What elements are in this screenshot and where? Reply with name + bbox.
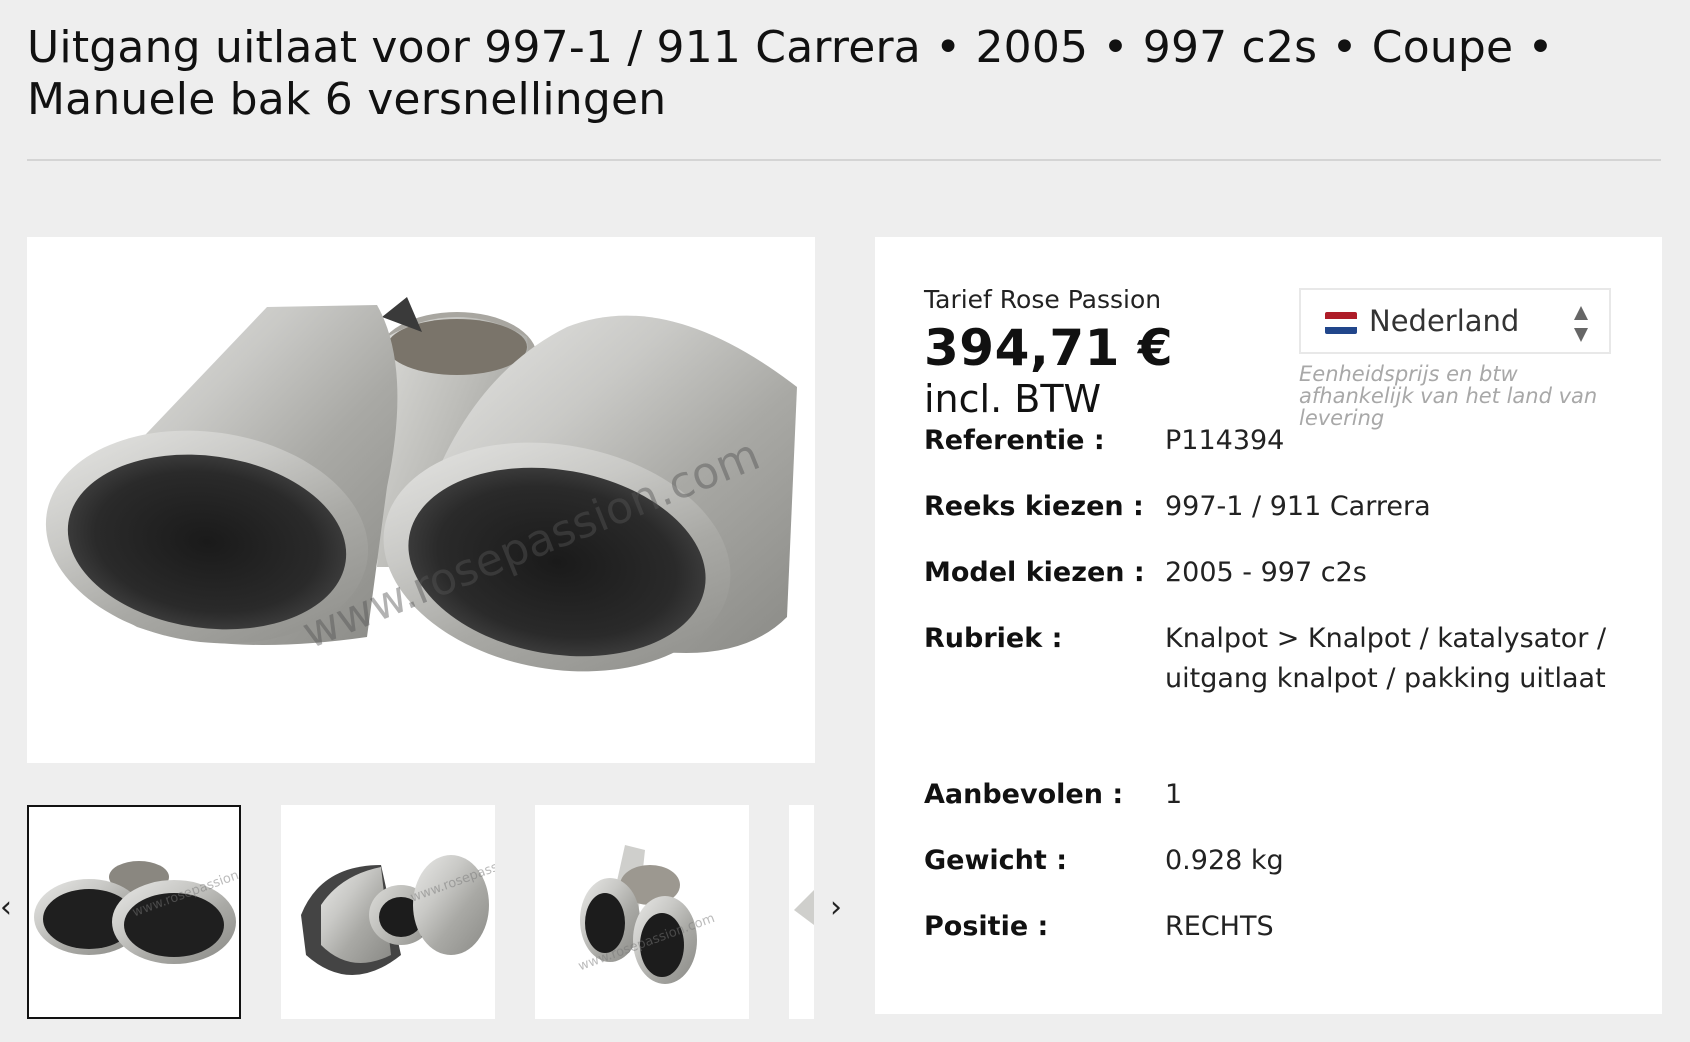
spec-label: Gewicht : (924, 845, 1068, 876)
spec-label: Reeks kiezen : (924, 491, 1144, 522)
spec-value: RECHTS (1165, 911, 1274, 942)
spec-value: P114394 (1165, 425, 1285, 456)
title-divider (27, 159, 1661, 161)
thumbnail-1[interactable]: www.rosepassion.com (27, 805, 241, 1019)
tariff-label: Tarief Rose Passion (924, 285, 1162, 314)
exhaust-thumbnail-image (794, 890, 814, 925)
spec-label: Referentie : (924, 425, 1105, 456)
country-price-note: Eenheidsprijs en btw afhankelijk van het… (1299, 362, 1598, 430)
exhaust-thumbnail-image: www.rosepassion.com (576, 845, 717, 984)
carousel-next-icon[interactable]: › (830, 893, 842, 923)
price: 394,71 € (924, 319, 1174, 377)
select-updown-icon (1574, 306, 1588, 342)
spec-label: Rubriek : (924, 623, 1063, 654)
main-product-image[interactable]: www.rosepassion.com (27, 237, 815, 763)
spec-label: Aanbevolen : (924, 779, 1124, 810)
spec-label: Model kiezen : (924, 557, 1145, 588)
thumbnail-4-partial[interactable] (789, 805, 814, 1019)
exhaust-tip-image: www.rosepassion.com (45, 297, 797, 672)
netherlands-flag-icon (1325, 312, 1357, 334)
country-select-value: Nederland (1369, 304, 1520, 338)
spec-value: 0.928 kg (1165, 845, 1284, 876)
thumbnail-carousel: ‹ www.rosepassion.com www.rosepassion.co… (0, 805, 860, 1020)
spec-value[interactable]: Knalpot > Knalpot / katalysator / uitgan… (1165, 619, 1625, 699)
carousel-prev-icon[interactable]: ‹ (0, 893, 12, 923)
vat-label: incl. BTW (924, 377, 1102, 421)
spec-label: Positie : (924, 911, 1049, 942)
thumbnail-3[interactable]: www.rosepassion.com (535, 805, 749, 1019)
product-info-panel: Tarief Rose Passion 394,71 € incl. BTW N… (875, 237, 1662, 1014)
spec-value[interactable]: 997-1 / 911 Carrera (1165, 487, 1625, 527)
thumbnail-2[interactable]: www.rosepassion.com (281, 805, 495, 1019)
country-select[interactable]: Nederland (1299, 288, 1611, 354)
exhaust-thumbnail-image: www.rosepassion.com (34, 857, 239, 964)
spec-value[interactable]: 2005 - 997 c2s (1165, 553, 1625, 593)
exhaust-thumbnail-image: www.rosepassion.com (301, 842, 495, 975)
spec-value: 1 (1165, 779, 1183, 810)
page-title: Uitgang uitlaat voor 997-1 / 911 Carrera… (27, 22, 1554, 125)
